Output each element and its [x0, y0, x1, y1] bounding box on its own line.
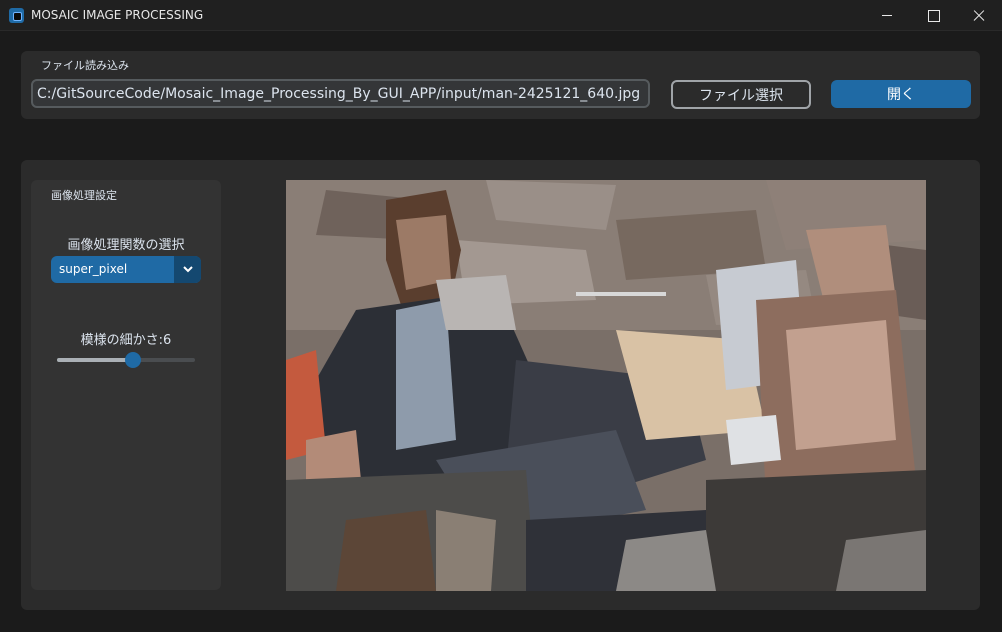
maximize-icon[interactable]: [910, 0, 956, 31]
main-frame: 画像処理設定 画像処理関数の選択 super_pixel 模様の細かさ:6: [21, 160, 980, 610]
close-icon[interactable]: [956, 0, 1002, 31]
settings-title: 画像処理設定: [51, 189, 117, 202]
file-load-frame: ファイル読み込み ファイル選択 開く: [21, 51, 980, 119]
slider-thumb[interactable]: [124, 352, 141, 368]
function-dropdown[interactable]: super_pixel: [51, 256, 201, 283]
function-select-label: 画像処理関数の選択: [67, 238, 185, 253]
file-load-label: ファイル読み込み: [41, 59, 129, 72]
processed-image: [286, 180, 926, 591]
fineness-slider[interactable]: [57, 352, 195, 368]
open-button[interactable]: 開く: [831, 80, 971, 108]
settings-panel: 画像処理設定 画像処理関数の選択 super_pixel 模様の細かさ:6: [31, 180, 221, 590]
function-dropdown-value: super_pixel: [59, 262, 128, 276]
fineness-label: 模様の細かさ:6: [80, 333, 172, 348]
minimize-icon[interactable]: [864, 0, 910, 31]
mosaic-image: [286, 180, 926, 591]
window-title: MOSAIC IMAGE PROCESSING: [31, 8, 204, 22]
app-icon: [9, 8, 24, 23]
slider-fill: [57, 358, 133, 362]
title-bar: MOSAIC IMAGE PROCESSING: [0, 0, 1002, 31]
file-path-input[interactable]: [31, 79, 650, 108]
chevron-down-icon[interactable]: [174, 256, 201, 283]
file-select-button[interactable]: ファイル選択: [671, 80, 811, 109]
